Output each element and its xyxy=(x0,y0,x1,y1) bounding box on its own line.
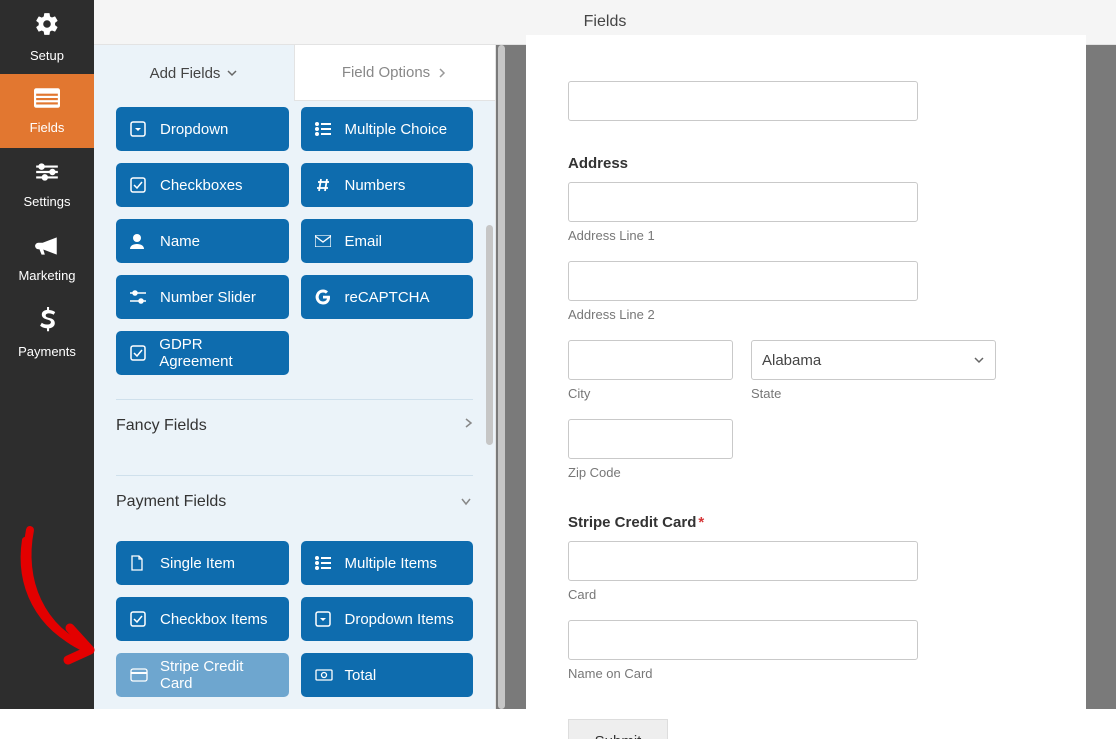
address-label: Address xyxy=(568,155,1044,172)
sidebar-item-fields[interactable]: Fields xyxy=(0,74,94,148)
payment-field-grid: Single Item Multiple Items Checkbox Item… xyxy=(116,527,473,697)
field-number-slider[interactable]: Number Slider xyxy=(116,275,289,319)
sidebar-item-payments[interactable]: Payments xyxy=(0,296,94,370)
chevron-down-icon xyxy=(973,354,985,366)
city-input[interactable] xyxy=(568,340,733,380)
tab-label: Add Fields xyxy=(150,65,221,82)
field-total[interactable]: Total xyxy=(301,653,474,697)
tab-field-options[interactable]: Field Options xyxy=(294,45,495,101)
address-line1-sublabel: Address Line 1 xyxy=(568,228,1044,243)
field-checkboxes[interactable]: Checkboxes xyxy=(116,163,289,207)
scrollbar-thumb[interactable] xyxy=(486,225,493,445)
standard-field-grid: Dropdown Multiple Choice Checkboxes Numb… xyxy=(116,101,473,375)
check-square-icon xyxy=(130,611,148,627)
list-icon xyxy=(315,122,333,136)
chevron-right-icon xyxy=(436,67,448,79)
preview-scrollbar[interactable] xyxy=(496,45,506,709)
file-icon xyxy=(130,555,148,571)
card-input[interactable] xyxy=(568,541,918,581)
field-single-item[interactable]: Single Item xyxy=(116,541,289,585)
text-input[interactable] xyxy=(568,81,918,121)
address-line2-input[interactable] xyxy=(568,261,918,301)
sidebar-item-label: Payments xyxy=(18,344,76,359)
address-line2-sublabel: Address Line 2 xyxy=(568,307,1044,322)
caret-square-icon xyxy=(130,121,148,137)
field-dropdown[interactable]: Dropdown xyxy=(116,107,289,151)
section-label: Fancy Fields xyxy=(116,417,207,435)
sliders-icon xyxy=(130,290,148,304)
money-icon xyxy=(315,669,333,681)
field-recaptcha[interactable]: reCAPTCHA xyxy=(301,275,474,319)
check-square-icon xyxy=(130,345,147,361)
list-icon xyxy=(315,556,333,570)
sidebar-item-settings[interactable]: Settings xyxy=(0,148,94,222)
page-title: Fields xyxy=(584,13,627,31)
field-dropdown-items[interactable]: Dropdown Items xyxy=(301,597,474,641)
field-multiple-items[interactable]: Multiple Items xyxy=(301,541,474,585)
address-line1-input[interactable] xyxy=(568,182,918,222)
card-sublabel: Card xyxy=(568,587,1044,602)
form-preview-area: Address Address Line 1 Address Line 2 Ci… xyxy=(496,45,1116,709)
main-sidebar: Setup Fields Settings Marketing Payments xyxy=(0,0,94,709)
gear-icon xyxy=(34,11,60,42)
panel-scroll[interactable]: Dropdown Multiple Choice Checkboxes Numb… xyxy=(94,101,495,709)
chevron-down-icon xyxy=(459,493,473,511)
envelope-icon xyxy=(315,235,333,247)
chevron-down-icon xyxy=(226,67,238,79)
name-on-card-input[interactable] xyxy=(568,620,918,660)
section-payment-fields[interactable]: Payment Fields xyxy=(116,475,473,527)
tab-label: Field Options xyxy=(342,64,430,81)
sidebar-item-setup[interactable]: Setup xyxy=(0,0,94,74)
field-checkbox-items[interactable]: Checkbox Items xyxy=(116,597,289,641)
submit-button[interactable]: Submit xyxy=(568,719,668,739)
google-icon xyxy=(315,289,333,305)
sidebar-item-label: Fields xyxy=(30,120,65,135)
credit-card-icon xyxy=(130,668,148,682)
zip-sublabel: Zip Code xyxy=(568,465,733,480)
sidebar-item-label: Settings xyxy=(24,194,71,209)
section-fancy-fields[interactable]: Fancy Fields xyxy=(116,399,473,451)
state-value: Alabama xyxy=(762,352,821,369)
name-on-card-sublabel: Name on Card xyxy=(568,666,1044,681)
state-sublabel: State xyxy=(751,386,996,401)
user-icon xyxy=(130,233,148,249)
state-select[interactable]: Alabama xyxy=(751,340,996,380)
field-stripe-credit-card[interactable]: Stripe Credit Card xyxy=(116,653,289,697)
field-numbers[interactable]: Numbers xyxy=(301,163,474,207)
sidebar-item-marketing[interactable]: Marketing xyxy=(0,222,94,296)
caret-square-icon xyxy=(315,611,333,627)
sidebar-item-label: Setup xyxy=(30,48,64,63)
fields-panel: Add Fields Field Options Dropdown Multip… xyxy=(94,45,496,709)
form-canvas[interactable]: Address Address Line 1 Address Line 2 Ci… xyxy=(526,35,1086,739)
bullhorn-icon xyxy=(34,235,60,262)
form-icon xyxy=(34,87,60,114)
chevron-right-icon xyxy=(463,416,473,435)
check-square-icon xyxy=(130,177,148,193)
panel-tabs: Add Fields Field Options xyxy=(94,45,495,101)
dollar-icon xyxy=(38,307,56,338)
hash-icon xyxy=(315,177,333,193)
stripe-label: Stripe Credit Card* xyxy=(568,514,1044,531)
tab-add-fields[interactable]: Add Fields xyxy=(94,45,294,101)
section-label: Payment Fields xyxy=(116,493,226,511)
sidebar-item-label: Marketing xyxy=(18,268,75,283)
field-email[interactable]: Email xyxy=(301,219,474,263)
zip-input[interactable] xyxy=(568,419,733,459)
field-multiple-choice[interactable]: Multiple Choice xyxy=(301,107,474,151)
field-name[interactable]: Name xyxy=(116,219,289,263)
city-sublabel: City xyxy=(568,386,733,401)
sliders-icon xyxy=(34,161,60,188)
field-gdpr[interactable]: GDPR Agreement xyxy=(116,331,289,375)
required-asterisk: * xyxy=(698,514,704,531)
